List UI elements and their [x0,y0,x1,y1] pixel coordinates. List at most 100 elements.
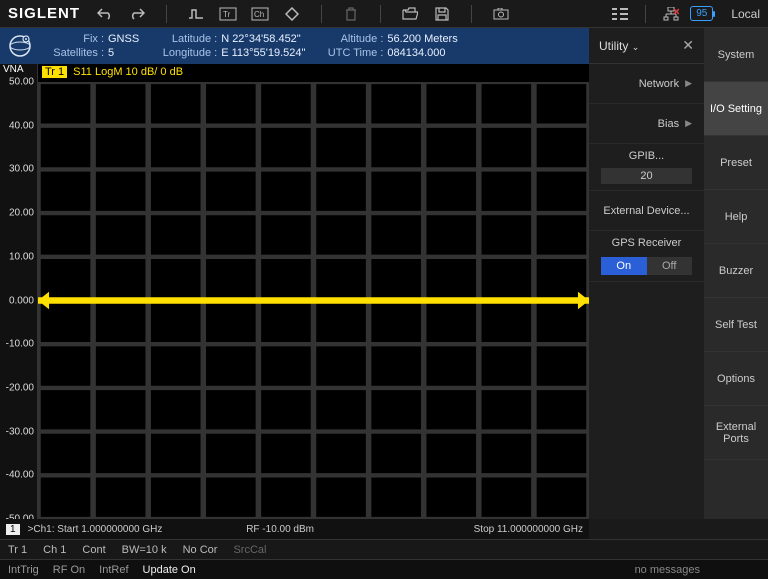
battery-indicator: 95 [690,6,713,21]
ytick: 0.000 [9,295,34,306]
preset-tab[interactable]: Preset [704,136,768,190]
help-tab[interactable]: Help [704,190,768,244]
status-cont: Cont [82,544,105,556]
latitude-value: N 22°34'58.452" [221,33,301,45]
y-axis: VNA 50.00 40.00 30.00 20.00 10.00 0.000 … [0,64,38,519]
status-intref: IntRef [99,564,128,576]
status-inttrig: IntTrig [8,564,39,576]
status-ch: Ch 1 [43,544,66,556]
ytick: 40.00 [9,120,34,131]
ytick: -30.00 [6,426,34,437]
local-label: Local [731,7,760,21]
toolbar-icons: Tr Ch [96,5,510,23]
gnss-columns: Fix : GNSS Satellites : 5 Latitude : N 22°3… [44,33,458,59]
channel-index: 1 [6,524,20,535]
utility-panel: Utility ⌄ ✕ Network ▶ Bias ▶ GPIB... 20 Ex… [589,28,768,519]
redo-icon[interactable] [128,5,146,23]
utility-panel-main: Utility ⌄ ✕ Network ▶ Bias ▶ GPIB... 20 Ex… [589,28,704,519]
latitude-label: Latitude : [157,33,217,45]
network-status-icon[interactable] [662,5,680,23]
ytick: 10.00 [9,251,34,262]
ytick: 30.00 [9,164,34,175]
folder-open-icon[interactable] [401,5,419,23]
bias-label: Bias [658,118,679,130]
gpib-value: 20 [601,168,692,184]
bias-menu-item[interactable]: Bias ▶ [589,104,704,144]
trace-badge: Tr 1 [42,66,67,78]
ytick: -20.00 [6,382,34,393]
vna-label: VNA [3,64,24,75]
gps-on-button[interactable]: On [601,257,647,275]
options-tab[interactable]: Options [704,352,768,406]
start-freq: >Ch1: Start 1.000000000 GHz [28,524,163,535]
chevron-right-icon: ▶ [685,78,692,89]
channel-status-bar: 1 >Ch1: Start 1.000000000 GHz RF -10.00 … [0,519,589,539]
satellites-label: Satellites : [44,47,104,59]
utility-header: Utility ⌄ ✕ [589,28,704,64]
gpib-label: GPIB... [629,150,664,162]
toolbar-right: 95 Local [611,5,760,23]
network-menu-item[interactable]: Network ▶ [589,64,704,104]
status-messages: no messages [635,564,700,576]
satellites-value: 5 [108,47,114,59]
trash-icon[interactable] [342,5,360,23]
fix-label: Fix : [44,33,104,45]
fix-value: GNSS [108,33,139,45]
main-plot-area: VNA 50.00 40.00 30.00 20.00 10.00 0.000 … [0,64,589,519]
network-label: Network [639,78,679,90]
gps-receiver-menu-item[interactable]: GPS Receiver On Off [589,231,704,282]
status-update: Update On [143,564,196,576]
utility-title: Utility ⌄ [599,39,639,53]
undo-icon[interactable] [96,5,114,23]
status-nocor: No Cor [183,544,218,556]
gpib-menu-item[interactable]: GPIB... 20 [589,144,704,191]
system-status-bar: IntTrig RF On IntRef Update On no messag… [0,559,768,579]
globe-gps-icon [6,32,34,60]
longitude-value: E 113°55'19.524" [221,47,305,59]
gnss-info-bar: Fix : GNSS Satellites : 5 Latitude : N 22°3… [0,28,589,64]
top-toolbar: SIGLENT Tr Ch 95 Local [0,0,768,28]
io-setting-tab[interactable]: I/O Setting [704,82,768,136]
svg-text:Tr: Tr [223,10,231,19]
external-ports-tab[interactable]: External Ports [704,406,768,460]
buzzer-tab[interactable]: Buzzer [704,244,768,298]
svg-text:Ch: Ch [254,10,264,19]
ytick: -40.00 [6,470,34,481]
trace-settings: S11 LogM 10 dB/ 0 dB [73,66,183,78]
external-device-menu-item[interactable]: External Device... [589,191,704,231]
camera-icon[interactable] [492,5,510,23]
plot-grid [38,82,589,519]
diamond-icon[interactable] [283,5,301,23]
save-icon[interactable] [433,5,451,23]
brand-logo: SIGLENT [8,5,80,22]
trace-label: Tr 1 S11 LogM 10 dB/ 0 dB [42,66,183,78]
rf-level: RF -10.00 dBm [246,524,314,535]
chevron-right-icon: ▶ [685,118,692,129]
status-bw: BW=10 k [122,544,167,556]
stop-freq: Stop 11.000000000 GHz [474,524,583,535]
gps-off-button[interactable]: Off [647,257,693,275]
status-rfon: RF On [53,564,85,576]
ytick: 50.00 [9,77,34,88]
status-srccal: SrcCal [233,544,266,556]
utc-value: 084134.000 [387,47,445,59]
status-tr: Tr 1 [8,544,27,556]
trace-status-bar: Tr 1 Ch 1 Cont BW=10 k No Cor SrcCal [0,539,768,559]
close-icon[interactable]: ✕ [682,37,694,54]
ytick: 20.00 [9,208,34,219]
utility-side-tabs: System I/O Setting Preset Help Buzzer Se… [704,28,768,519]
plot-canvas[interactable]: Tr 1 S11 LogM 10 dB/ 0 dB [38,64,589,519]
tr-box-icon[interactable]: Tr [219,5,237,23]
gps-receiver-toggle[interactable]: On Off [601,257,692,275]
external-device-label: External Device... [603,205,689,217]
utc-label: UTC Time : [323,47,383,59]
ch-box-icon[interactable]: Ch [251,5,269,23]
selftest-tab[interactable]: Self Test [704,298,768,352]
system-tab[interactable]: System [704,28,768,82]
altitude-value: 56.200 Meters [387,33,457,45]
longitude-label: Longitude : [157,47,217,59]
ytick: -10.00 [6,339,34,350]
menu-lines-icon[interactable] [611,5,629,23]
wave-icon[interactable] [187,5,205,23]
altitude-label: Altitude : [323,33,383,45]
